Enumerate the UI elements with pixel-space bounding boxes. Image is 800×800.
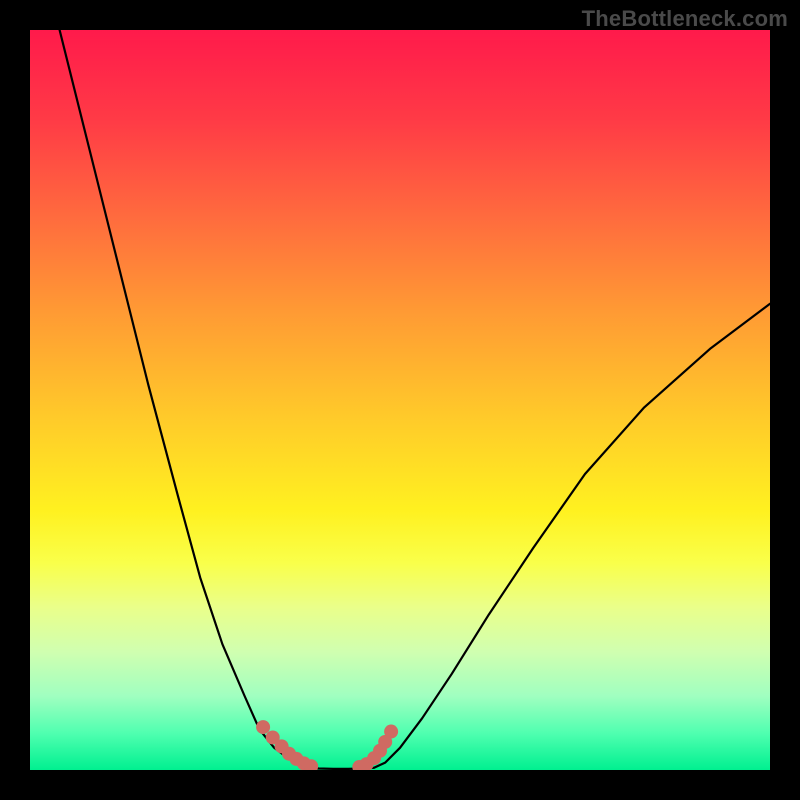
highlighted-points — [256, 720, 398, 770]
curve-layer — [30, 30, 770, 770]
plot-area — [30, 30, 770, 770]
highlight-point — [256, 720, 270, 734]
chart-frame: TheBottleneck.com — [0, 0, 800, 800]
bottleneck-curve — [60, 30, 770, 769]
brand-watermark: TheBottleneck.com — [582, 6, 788, 32]
bottleneck-curve-path — [60, 30, 770, 769]
highlight-point — [384, 725, 398, 739]
